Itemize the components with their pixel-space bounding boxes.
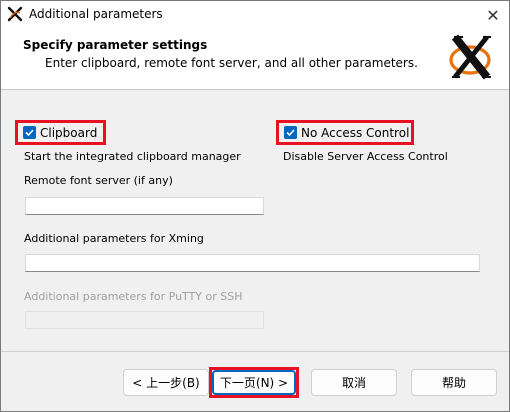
wizard-header: Specify parameter settings Enter clipboa… [1,29,509,90]
xming-params-label: Additional parameters for Xming [24,232,204,245]
putty-params-label: Additional parameters for PuTTY or SSH [24,290,243,303]
no-access-control-description: Disable Server Access Control [283,150,448,163]
footer-divider [1,351,509,352]
close-button[interactable]: ✕ [477,1,509,29]
next-button[interactable]: 下一页(N) > [212,370,296,395]
help-button[interactable]: 帮助 [411,369,497,396]
clipboard-description: Start the integrated clipboard manager [24,150,241,163]
xming-params-input[interactable] [25,254,480,272]
putty-params-input [25,311,264,329]
cancel-button[interactable]: 取消 [311,369,397,396]
back-button[interactable]: < 上一步(B) [123,369,209,396]
no-access-control-label: No Access Control [301,125,410,140]
xlaunch-app-icon [7,6,23,22]
page-title: Specify parameter settings [23,38,208,52]
no-access-control-checkbox[interactable]: No Access Control [276,120,414,145]
page-subtitle: Enter clipboard, remote font server, and… [45,56,418,70]
close-icon: ✕ [486,5,500,25]
checkbox-checked-icon [284,126,297,139]
dialog-window: Additional parameters ✕ Specify paramete… [0,0,510,412]
font-server-label: Remote font server (if any) [24,174,173,187]
clipboard-checkbox[interactable]: Clipboard [15,120,106,145]
x-logo-icon [449,34,491,80]
window-title: Additional parameters [29,7,163,21]
checkbox-checked-icon [23,126,36,139]
font-server-input[interactable] [25,197,264,215]
clipboard-label: Clipboard [40,125,98,140]
title-bar: Additional parameters ✕ [1,1,509,29]
